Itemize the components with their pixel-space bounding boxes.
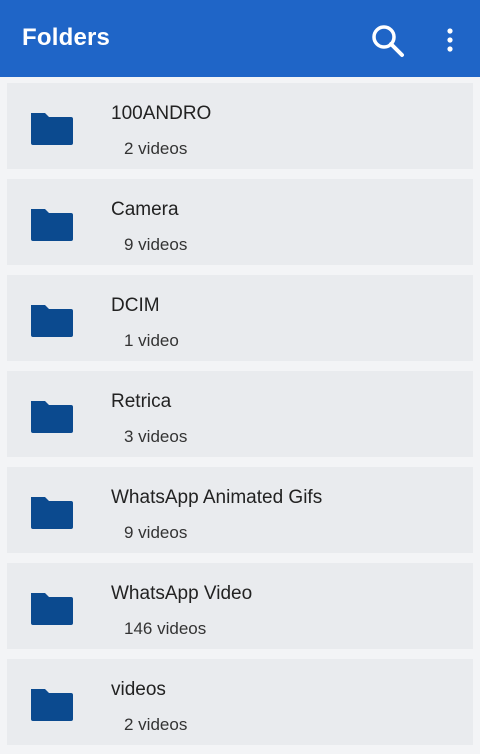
app-bar: Folders	[0, 0, 480, 77]
folder-name: 100ANDRO	[111, 103, 212, 124]
folder-icon	[31, 401, 73, 433]
folder-name: videos	[111, 679, 166, 700]
folder-video-count: 2 videos	[124, 139, 188, 158]
more-vert-icon[interactable]	[440, 26, 460, 54]
folder-video-count: 9 videos	[124, 235, 188, 254]
folder-name: Retrica	[111, 391, 172, 412]
folder-video-count: 3 videos	[124, 427, 188, 446]
folder-name: DCIM	[111, 295, 160, 316]
folder-row[interactable]: DCIM 1 video	[7, 275, 473, 361]
folder-icon	[31, 209, 73, 241]
page-title: Folders	[22, 24, 111, 51]
folder-video-count: 9 videos	[124, 523, 188, 542]
folder-row[interactable]: 100ANDRO 2 videos	[7, 83, 473, 169]
folder-row[interactable]: videos 2 videos	[7, 659, 473, 745]
folder-name: WhatsApp Animated Gifs	[111, 487, 323, 508]
folder-list: 100ANDRO 2 videos Camera 9 videos DCIM 1…	[0, 77, 480, 754]
folder-icon	[31, 113, 73, 145]
folder-row[interactable]: WhatsApp Animated Gifs 9 videos	[7, 467, 473, 553]
folder-icon	[31, 689, 73, 721]
folder-name: WhatsApp Video	[111, 583, 253, 604]
folder-row[interactable]: Retrica 3 videos	[7, 371, 473, 457]
folder-row[interactable]: Camera 9 videos	[7, 179, 473, 265]
folder-video-count: 146 videos	[124, 619, 207, 638]
folder-video-count: 1 video	[124, 331, 179, 350]
folder-row[interactable]: WhatsApp Video 146 videos	[7, 563, 473, 649]
folder-name: Camera	[111, 199, 179, 220]
folder-icon	[31, 593, 73, 625]
folder-icon	[31, 305, 73, 337]
folder-video-count: 2 videos	[124, 715, 188, 734]
search-icon[interactable]	[370, 24, 406, 58]
folder-icon	[31, 497, 73, 529]
